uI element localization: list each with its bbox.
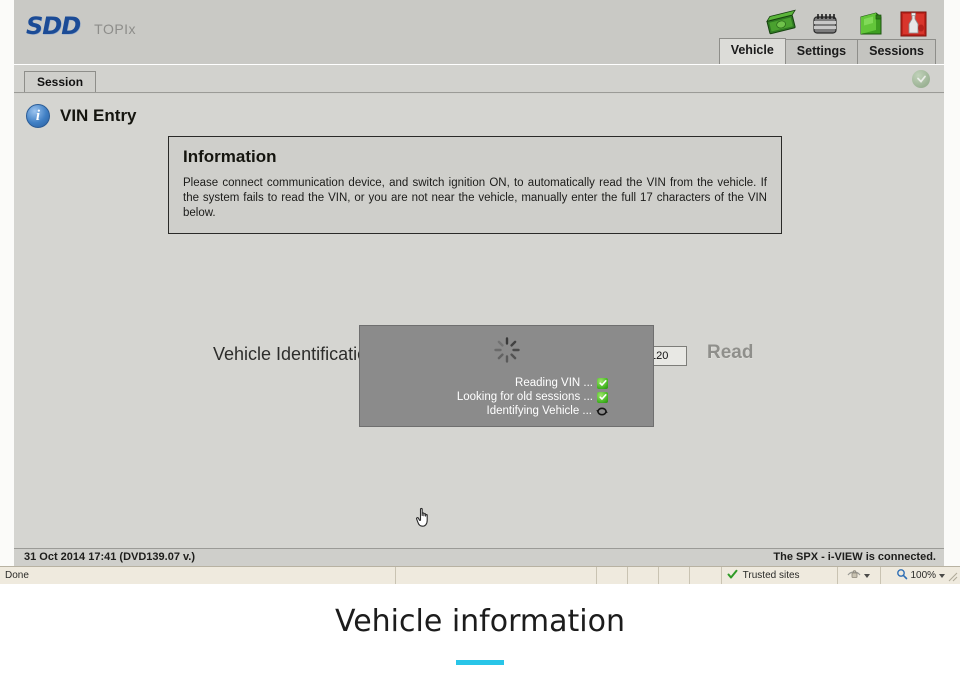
caption-title: Vehicle information xyxy=(335,604,625,639)
chevron-down-icon[interactable] xyxy=(864,573,871,578)
information-panel: Information Please connect communication… xyxy=(168,136,782,234)
browser-status-slot-4 xyxy=(690,566,722,585)
pointing-hand-cursor xyxy=(414,505,434,529)
magnifier-icon xyxy=(896,568,908,583)
browser-status-spacer xyxy=(396,566,597,585)
progress-line-label: Looking for old sessions ... xyxy=(456,391,593,403)
browser-status-bar: Done Trusted sites 100% xyxy=(0,566,960,585)
information-panel-text: Please connect communication device, and… xyxy=(183,177,767,219)
session-strip-divider xyxy=(14,92,944,93)
header-tab-group: Vehicle Settings Sessions xyxy=(718,38,936,64)
protected-mode-control[interactable] xyxy=(838,566,881,585)
tab-sessions[interactable]: Sessions xyxy=(857,39,936,64)
progress-line-label: Reading VIN ... xyxy=(515,377,593,389)
app-header: SDD TOPIx Vehicle Settings Sessions xyxy=(14,0,944,64)
progress-line-label: Identifying Vehicle ... xyxy=(486,405,592,417)
browser-status-slot-1 xyxy=(597,566,628,585)
screenshot-root: SDD TOPIx Vehicle Settings Sessions Sess… xyxy=(0,0,960,682)
content-area: i VIN Entry Information Please connect c… xyxy=(14,94,944,548)
green-check-icon xyxy=(597,377,608,389)
topix-label: TOPIx xyxy=(94,21,137,37)
tab-settings[interactable]: Settings xyxy=(784,39,859,64)
security-zone-label: Trusted sites xyxy=(742,570,800,581)
calendar-icon[interactable] xyxy=(808,8,842,40)
collapse-up-icon[interactable] xyxy=(912,70,930,88)
progress-line-list: Reading VIN ... Looking for old sessions… xyxy=(360,376,653,418)
app-status-bar: 31 Oct 2014 17:41 (DVD139.07 v.) The SPX… xyxy=(14,548,944,567)
page-margin-left xyxy=(0,0,14,584)
information-panel-title: Information xyxy=(183,147,277,166)
green-check-icon xyxy=(727,569,738,583)
progress-line: Reading VIN ... xyxy=(360,376,608,390)
page-title-row: i VIN Entry xyxy=(26,104,137,128)
brand-area: SDD TOPIx xyxy=(26,12,136,40)
app-status-connection: The SPX - i-VIEW is connected. xyxy=(773,551,936,563)
tab-vehicle[interactable]: Vehicle xyxy=(718,38,786,64)
caption-accent-rule xyxy=(456,660,504,665)
zoom-level-label: 100% xyxy=(910,570,937,581)
session-tab-strip: Session xyxy=(14,64,944,95)
progress-dialog: Reading VIN ... Looking for old sessions… xyxy=(359,325,654,427)
money-icon[interactable] xyxy=(764,8,798,40)
browser-status-slot-2 xyxy=(628,566,660,585)
read-button[interactable]: Read xyxy=(707,342,753,364)
header-icon-group xyxy=(764,4,930,40)
loading-spinner-icon xyxy=(493,336,521,364)
browser-viewport: SDD TOPIx Vehicle Settings Sessions Sess… xyxy=(0,0,960,585)
page-title: VIN Entry xyxy=(60,106,137,125)
fluid-bottle-icon[interactable] xyxy=(896,8,930,40)
progress-line: Identifying Vehicle ... xyxy=(360,404,608,418)
resize-grip[interactable] xyxy=(945,569,959,583)
browser-status-text: Done xyxy=(0,566,396,585)
page-margin-right xyxy=(944,0,960,584)
tab-session[interactable]: Session xyxy=(24,71,97,93)
security-zone-icon xyxy=(847,568,861,583)
fuel-can-icon[interactable] xyxy=(852,8,886,40)
green-check-icon xyxy=(597,391,608,403)
browser-status-slot-3 xyxy=(659,566,691,585)
caption-area: Vehicle information xyxy=(0,584,960,682)
progress-line: Looking for old sessions ... xyxy=(360,390,608,404)
security-zone-indicator[interactable]: Trusted sites xyxy=(722,566,838,585)
app-status-datetime: 31 Oct 2014 17:41 (DVD139.07 v.) xyxy=(24,551,196,563)
info-circle-icon: i xyxy=(26,104,50,128)
sdd-logo: SDD xyxy=(26,12,81,40)
refresh-arrows-icon xyxy=(596,406,608,417)
